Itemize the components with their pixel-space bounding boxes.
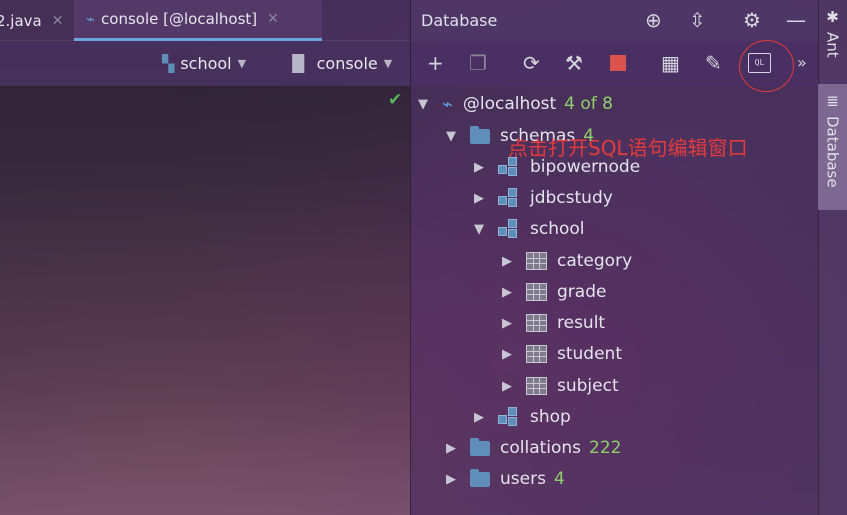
side-tab-ant-label: Ant: [823, 32, 842, 58]
table-label: category: [557, 251, 633, 271]
minimize-icon[interactable]: —: [786, 8, 806, 32]
expand-arrow-icon[interactable]: ▶: [500, 379, 514, 394]
console-icon: ▐▌: [286, 53, 311, 73]
datasource-count: 4 of 8: [564, 94, 613, 114]
tree-node-collations[interactable]: ▶ collations 222: [444, 434, 622, 462]
tree-node-schema[interactable]: ▶ bipowernode: [472, 153, 640, 181]
console-selector-label: console: [316, 53, 378, 73]
collapse-icon[interactable]: ⇳: [689, 8, 706, 32]
stop-icon[interactable]: [610, 55, 626, 71]
tree-node-table[interactable]: ▶ subject: [500, 372, 619, 400]
table-label: subject: [557, 376, 619, 396]
editor-toolbar: ▚ school ▼ ▐▌ console ▼: [0, 41, 410, 86]
expand-arrow-icon[interactable]: ▶: [472, 410, 486, 425]
schema-selector[interactable]: ▚ school ▼: [162, 51, 246, 75]
tab-java-file[interactable]: 2.java ✕: [0, 0, 71, 41]
side-tab-database-label: Database: [823, 116, 842, 188]
tab-console-label: console [@localhost]: [101, 10, 258, 28]
gear-icon[interactable]: ⚙: [743, 8, 761, 32]
ant-icon: ✱: [826, 8, 839, 26]
duplicate-icon[interactable]: ❐: [469, 51, 487, 75]
expand-arrow-icon[interactable]: ▶: [472, 160, 486, 175]
users-count: 4: [553, 469, 565, 489]
datasource-icon: ⌁: [86, 10, 96, 28]
tree-node-datasource[interactable]: ▼ ⌁ @localhost 4 of 8: [416, 90, 613, 118]
tree-node-schema[interactable]: ▼ school: [472, 215, 585, 243]
database-panel-title: Database: [421, 11, 498, 30]
add-icon[interactable]: +: [427, 51, 444, 75]
side-tab-ant[interactable]: ✱ Ant: [818, 8, 847, 70]
collations-label: collations: [500, 438, 582, 458]
tab-close-icon[interactable]: ✕: [52, 13, 64, 29]
schema-label: shop: [530, 407, 571, 427]
expand-arrow-icon[interactable]: ▼: [416, 97, 430, 112]
tree-node-table[interactable]: ▶ category: [500, 247, 632, 275]
expand-arrow-icon[interactable]: ▶: [500, 285, 514, 300]
schema-selector-label: school: [180, 53, 232, 73]
table-icon: [526, 377, 547, 395]
table-label: student: [557, 344, 622, 364]
more-icon[interactable]: »: [797, 53, 807, 72]
expand-arrow-icon[interactable]: ▶: [500, 347, 514, 362]
users-label: users: [500, 469, 546, 489]
schema-label: school: [530, 219, 585, 239]
database-icon: ≣: [826, 92, 839, 110]
tree-node-table[interactable]: ▶ student: [500, 340, 622, 368]
tab-close-icon[interactable]: ✕: [267, 11, 279, 27]
table-icon: [526, 252, 547, 270]
database-panel-header: Database ⊕ ⇳ ⚙ —: [411, 0, 819, 41]
expand-arrow-icon[interactable]: ▶: [444, 472, 458, 487]
datasource-label: @localhost: [462, 94, 557, 114]
folder-icon: [470, 125, 490, 144]
refresh-icon[interactable]: ⟳: [523, 51, 540, 75]
table-icon: [526, 314, 547, 332]
table-icon: [526, 283, 547, 301]
editor-area[interactable]: [0, 86, 410, 515]
datasource-icon: ⌁: [442, 93, 453, 115]
right-tool-stripe: [818, 0, 847, 515]
schema-icon: [498, 188, 520, 208]
checkmark-icon: ✔: [388, 90, 403, 110]
expand-arrow-icon[interactable]: ▶: [500, 254, 514, 269]
tree-node-schema[interactable]: ▶ shop: [472, 403, 571, 431]
chevron-down-icon: ▼: [237, 56, 247, 70]
schema-icon: [498, 407, 520, 427]
chevron-down-icon: ▼: [383, 56, 393, 70]
expand-arrow-icon[interactable]: ▼: [444, 129, 458, 144]
expand-arrow-icon[interactable]: ▶: [472, 191, 486, 206]
tree-node-schema[interactable]: ▶ jdbcstudy: [472, 184, 613, 212]
table-label: result: [557, 313, 606, 333]
table-view-icon[interactable]: ▦: [661, 51, 680, 75]
expand-arrow-icon[interactable]: ▶: [500, 316, 514, 331]
schema-label: jdbcstudy: [530, 188, 613, 208]
expand-arrow-icon[interactable]: ▼: [472, 222, 486, 237]
folder-icon: [470, 468, 490, 487]
table-label: grade: [557, 282, 607, 302]
schema-icon: [498, 157, 520, 177]
collations-count: 222: [589, 438, 622, 458]
tab-console[interactable]: ⌁ console [@localhost] ✕: [74, 0, 322, 41]
schema-label: bipowernode: [530, 157, 641, 177]
tree-node-table[interactable]: ▶ result: [500, 309, 605, 337]
schema-icon: ▚: [162, 53, 175, 73]
crosshair-icon[interactable]: ⊕: [645, 8, 662, 32]
side-tab-database[interactable]: ≣ Database: [818, 84, 847, 210]
table-icon: [526, 345, 547, 363]
tab-java-label: 2.java: [0, 11, 42, 30]
schema-icon: [498, 219, 520, 239]
folder-icon: [470, 437, 490, 456]
tree-node-users[interactable]: ▶ users 4: [444, 465, 565, 493]
edit-icon[interactable]: ✎: [705, 51, 722, 75]
tree-node-table[interactable]: ▶ grade: [500, 278, 606, 306]
console-selector[interactable]: ▐▌ console ▼: [286, 51, 392, 75]
schema-sync-icon[interactable]: ⚒: [565, 51, 583, 75]
editor-tab-bar: 2.java ✕ ⌁ console [@localhost] ✕: [0, 0, 410, 41]
expand-arrow-icon[interactable]: ▶: [444, 441, 458, 456]
